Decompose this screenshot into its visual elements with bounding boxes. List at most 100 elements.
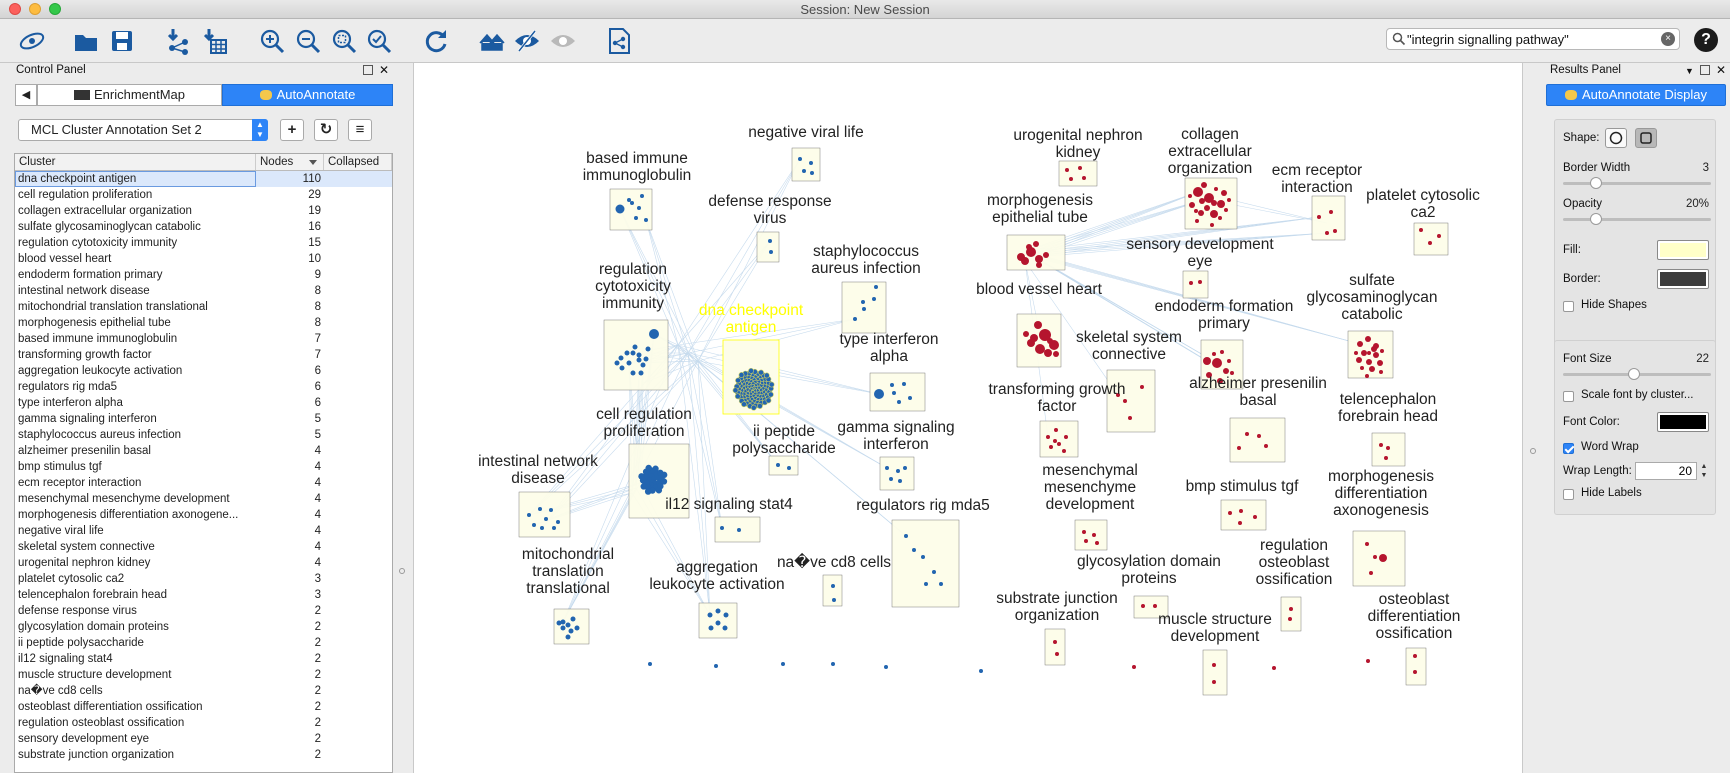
network-node[interactable] [768, 239, 772, 243]
network-node[interactable] [902, 382, 906, 386]
zoom-selected-button[interactable] [363, 25, 395, 57]
network-node[interactable] [1053, 351, 1059, 357]
network-node[interactable] [889, 477, 893, 481]
network-node[interactable] [1373, 555, 1377, 559]
zoom-in-button[interactable] [256, 25, 288, 57]
cluster-annotation[interactable]: mitochondrialtranslationtranslational [522, 546, 614, 645]
panel-menu-icon[interactable]: ▼ [1685, 64, 1694, 78]
network-node[interactable] [1419, 228, 1423, 232]
table-row[interactable]: dna checkpoint antigen 110 [15, 171, 392, 187]
network-node[interactable] [1217, 200, 1225, 208]
cluster-label[interactable]: mitochondrial [522, 546, 614, 563]
network-node[interactable] [638, 370, 644, 376]
cluster-label[interactable]: skeletal system [1076, 329, 1182, 346]
network-node[interactable] [1264, 444, 1268, 448]
zoom-out-button[interactable] [292, 25, 324, 57]
cluster-label[interactable]: based immune [586, 150, 688, 167]
cluster-annotation[interactable]: muscle structuredevelopment [1158, 611, 1272, 696]
network-node[interactable] [1212, 663, 1216, 667]
table-row[interactable]: ecm receptor interaction 4 [15, 475, 392, 491]
network-node[interactable] [979, 669, 983, 673]
network-node[interactable] [1239, 509, 1243, 513]
network-node[interactable] [1333, 229, 1337, 233]
network-node[interactable] [556, 520, 560, 524]
table-row[interactable]: cell regulation proliferation 29 [15, 187, 392, 203]
cluster-annotation[interactable]: blood vessel heart [976, 281, 1103, 368]
cluster-annotation[interactable]: bmp stimulus tgf [1186, 478, 1300, 531]
cluster-label[interactable]: leukocyte activation [649, 576, 784, 593]
network-node[interactable] [630, 350, 636, 356]
network-node[interactable] [1034, 321, 1042, 329]
cluster-shape[interactable] [1006, 234, 1066, 271]
cluster-label[interactable]: osteoblast [1379, 591, 1450, 608]
cytoscape-logo-button[interactable] [16, 25, 48, 57]
float-panel-icon[interactable] [362, 65, 373, 75]
tab-autoannotate-display[interactable]: AutoAnnotate Display [1546, 84, 1726, 106]
cluster-label[interactable]: endoderm formation [1155, 298, 1294, 315]
table-row[interactable]: gamma signaling interferon 5 [15, 411, 392, 427]
network-node[interactable] [912, 548, 916, 552]
network-node[interactable] [1228, 511, 1232, 515]
cluster-label[interactable]: regulation [1260, 537, 1328, 554]
cluster-label[interactable]: extracellular [1168, 143, 1252, 160]
cluster-shape[interactable] [822, 574, 843, 607]
network-node[interactable] [1198, 280, 1202, 284]
cluster-label[interactable]: na�ve cd8 cells [777, 552, 891, 571]
cluster-shape[interactable] [1039, 420, 1079, 458]
network-node[interactable] [1069, 177, 1073, 181]
network-node[interactable] [885, 466, 889, 470]
cluster-annotation[interactable]: aggregationleukocyte activation [649, 559, 785, 639]
network-node[interactable] [1288, 617, 1292, 621]
network-node[interactable] [552, 526, 556, 530]
cluster-label[interactable]: platelet cytosolic [1366, 187, 1480, 204]
cluster-label[interactable]: mesenchyme [1044, 479, 1136, 496]
table-row[interactable]: substrate junction organization 2 [15, 747, 392, 763]
border-width-slider-knob[interactable] [1590, 177, 1603, 189]
network-node[interactable] [619, 365, 625, 371]
border-width-slider[interactable] [1563, 177, 1711, 189]
cluster-label[interactable]: immunity [602, 295, 664, 312]
network-node[interactable] [765, 397, 772, 404]
network-node[interactable] [1046, 435, 1050, 439]
network-node[interactable] [1227, 198, 1231, 202]
network-node[interactable] [1049, 445, 1053, 449]
table-row[interactable]: mitochondrial translation translational 8 [15, 299, 392, 315]
network-node[interactable] [574, 625, 580, 631]
table-row[interactable]: telencephalon forebrain head 3 [15, 587, 392, 603]
cluster-shape[interactable] [518, 491, 571, 538]
network-node[interactable] [1253, 515, 1257, 519]
network-node[interactable] [767, 391, 774, 398]
network-node[interactable] [527, 513, 531, 517]
network-node[interactable] [1366, 659, 1370, 663]
network-node[interactable] [748, 367, 754, 374]
network-node[interactable] [1204, 205, 1210, 211]
network-node[interactable] [735, 377, 741, 384]
network-node[interactable] [1030, 334, 1038, 342]
font-size-slider[interactable] [1563, 368, 1711, 380]
network-node[interactable] [1245, 432, 1249, 436]
network-node[interactable] [1141, 604, 1145, 608]
network-node[interactable] [570, 616, 576, 622]
network-node[interactable] [1035, 344, 1045, 354]
cluster-annotation[interactable]: regulationcytotoxicityimmunity [595, 261, 671, 391]
cluster-label[interactable]: polysaccharide [732, 440, 835, 457]
network-node[interactable] [1053, 439, 1057, 443]
cluster-label[interactable]: sulfate [1349, 272, 1395, 289]
network-node[interactable] [565, 634, 571, 640]
network-node[interactable] [1384, 456, 1388, 460]
network-node[interactable] [1188, 194, 1192, 198]
network-node[interactable] [1212, 358, 1222, 368]
cluster-label[interactable]: dna checkpoint [699, 302, 804, 319]
network-node[interactable] [802, 169, 806, 173]
cluster-label[interactable]: factor [1038, 398, 1077, 415]
table-row[interactable]: alzheimer presenilin basal 4 [15, 443, 392, 459]
import-network-button[interactable] [163, 25, 195, 57]
search-input[interactable] [1407, 31, 1647, 47]
left-splitter[interactable] [393, 63, 413, 773]
cluster-annotation[interactable]: sulfateglycosaminoglycancatabolic [1307, 272, 1438, 379]
cluster-label[interactable]: proteins [1121, 570, 1176, 587]
network-node[interactable] [630, 370, 636, 376]
network-node[interactable] [903, 466, 907, 470]
network-node[interactable] [1366, 359, 1372, 365]
fill-color-button[interactable] [1657, 240, 1709, 260]
